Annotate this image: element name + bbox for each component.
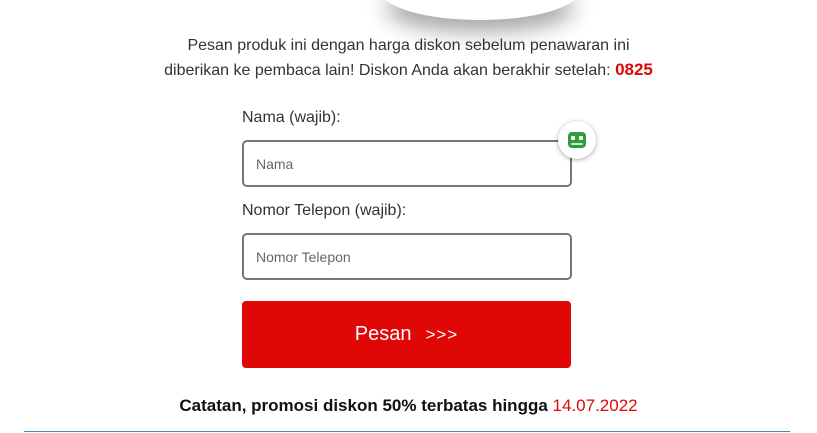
submit-button-arrows: >>> bbox=[425, 324, 459, 344]
name-input[interactable] bbox=[242, 140, 572, 187]
order-form: Nama (wajib): Nomor Telepon (wajib): Pes… bbox=[242, 106, 572, 368]
order-submit-button[interactable]: Pesan >>> bbox=[242, 301, 571, 368]
discount-intro: Pesan produk ini dengan harga diskon seb… bbox=[0, 34, 817, 83]
name-label: Nama (wajib): bbox=[242, 109, 341, 126]
submit-button-label: Pesan bbox=[354, 323, 412, 345]
product-image-shadow bbox=[380, 0, 580, 20]
promo-end-date: 14.07.2022 bbox=[552, 396, 638, 415]
phone-input[interactable] bbox=[242, 233, 572, 280]
countdown-timer: 0825 bbox=[615, 60, 653, 79]
intro-line-1: Pesan produk ini dengan harga diskon seb… bbox=[187, 37, 630, 54]
section-divider bbox=[24, 431, 790, 432]
intro-line-2-text: diberikan ke pembaca lain! Diskon Anda a… bbox=[164, 62, 611, 79]
password-manager-glyph bbox=[568, 132, 586, 148]
intro-line-2: diberikan ke pembaca lain! Diskon Anda a… bbox=[0, 58, 817, 83]
order-form-page: Pesan produk ini dengan harga diskon seb… bbox=[0, 0, 817, 433]
promo-note-text: Catatan, promosi diskon 50% terbatas hin… bbox=[179, 396, 548, 415]
promo-note: Catatan, promosi diskon 50% terbatas hin… bbox=[0, 396, 817, 416]
phone-label: Nomor Telepon (wajib): bbox=[242, 202, 407, 219]
password-manager-icon[interactable] bbox=[558, 121, 596, 159]
